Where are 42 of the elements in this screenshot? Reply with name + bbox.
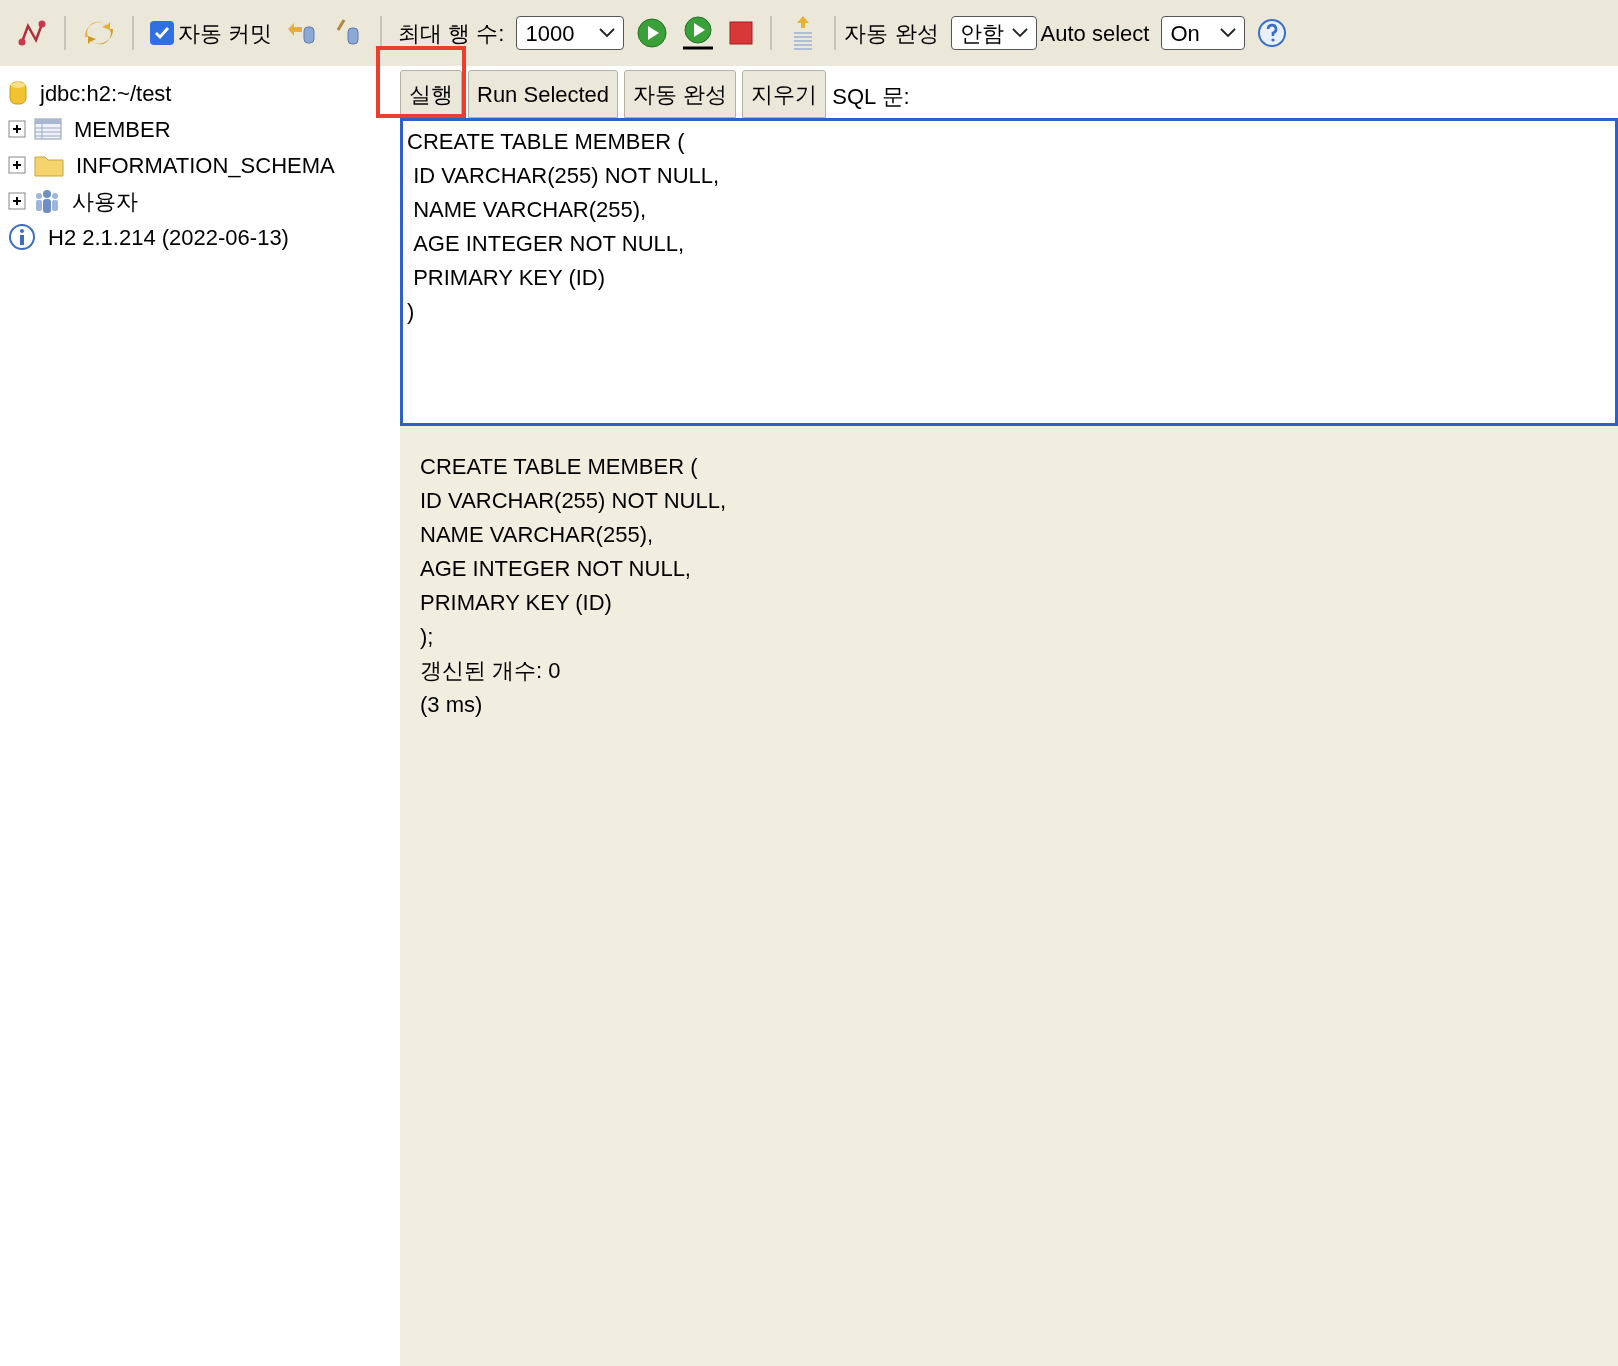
toolbar-button[interactable]: Run Selected bbox=[468, 70, 619, 118]
result-line: PRIMARY KEY (ID) bbox=[420, 589, 613, 617]
sql-label: SQL 문: bbox=[832, 82, 910, 111]
result-line: ); bbox=[420, 623, 435, 651]
stop-icon[interactable] bbox=[728, 20, 755, 46]
tree-item[interactable]: INFORMATION_SCHEMA bbox=[76, 148, 335, 182]
tree-item[interactable]: MEMBER bbox=[74, 112, 171, 146]
disconnect-icon[interactable] bbox=[16, 18, 48, 48]
result-line: (3 ms) bbox=[420, 691, 484, 719]
help-icon[interactable] bbox=[1257, 18, 1288, 48]
result-line: NAME VARCHAR(255), bbox=[420, 521, 655, 549]
chevron-down-icon bbox=[1011, 28, 1028, 38]
autocommit-checkbox[interactable] bbox=[150, 21, 174, 45]
max-rows-select[interactable]: 1000 bbox=[516, 16, 625, 50]
folder-icon bbox=[34, 153, 64, 177]
auto-select-label: Auto select bbox=[1040, 19, 1150, 48]
autocomplete-label: 자동 완성 bbox=[844, 19, 939, 48]
max-rows-label: 최대 행 수: bbox=[398, 19, 505, 48]
toolbar-button[interactable]: 지우기 bbox=[742, 70, 827, 118]
sql-editor[interactable]: CREATE TABLE MEMBER ( ID VARCHAR(255) NOT NULL, NAME VARCHAR(255), AGE INTEGER NOT NULL, PRIMARY KEY (ID) ) bbox=[400, 118, 1618, 426]
tree-item[interactable]: 사용자 bbox=[72, 184, 138, 218]
run-icon[interactable] bbox=[636, 17, 669, 49]
database-icon bbox=[8, 79, 28, 107]
chevron-down-icon bbox=[599, 28, 616, 38]
tree-item[interactable]: jdbc:h2:~/test bbox=[40, 76, 172, 110]
auto-select-select[interactable]: On bbox=[1161, 16, 1246, 50]
autocommit-label: 자동 커밋 bbox=[178, 19, 273, 48]
autocomplete-select[interactable]: 안함 bbox=[950, 16, 1037, 50]
expand-icon[interactable] bbox=[8, 156, 26, 174]
expand-icon[interactable] bbox=[8, 192, 26, 210]
chevron-down-icon bbox=[1220, 28, 1237, 38]
result-line: CREATE TABLE MEMBER ( bbox=[420, 453, 699, 481]
toolbar-button[interactable]: 자동 완성 bbox=[624, 70, 737, 118]
result-line: ID VARCHAR(255) NOT NULL, bbox=[420, 487, 728, 515]
checkmark-icon bbox=[154, 26, 170, 40]
expand-icon[interactable] bbox=[8, 120, 26, 138]
result-line: 갱신된 개수: 0 bbox=[420, 657, 562, 685]
table-icon bbox=[34, 118, 62, 140]
result-line: AGE INTEGER NOT NULL, bbox=[420, 555, 692, 583]
tree-item[interactable]: H2 2.1.214 (2022-06-13) bbox=[48, 220, 289, 254]
users-icon bbox=[34, 188, 60, 214]
info-icon bbox=[8, 223, 36, 251]
